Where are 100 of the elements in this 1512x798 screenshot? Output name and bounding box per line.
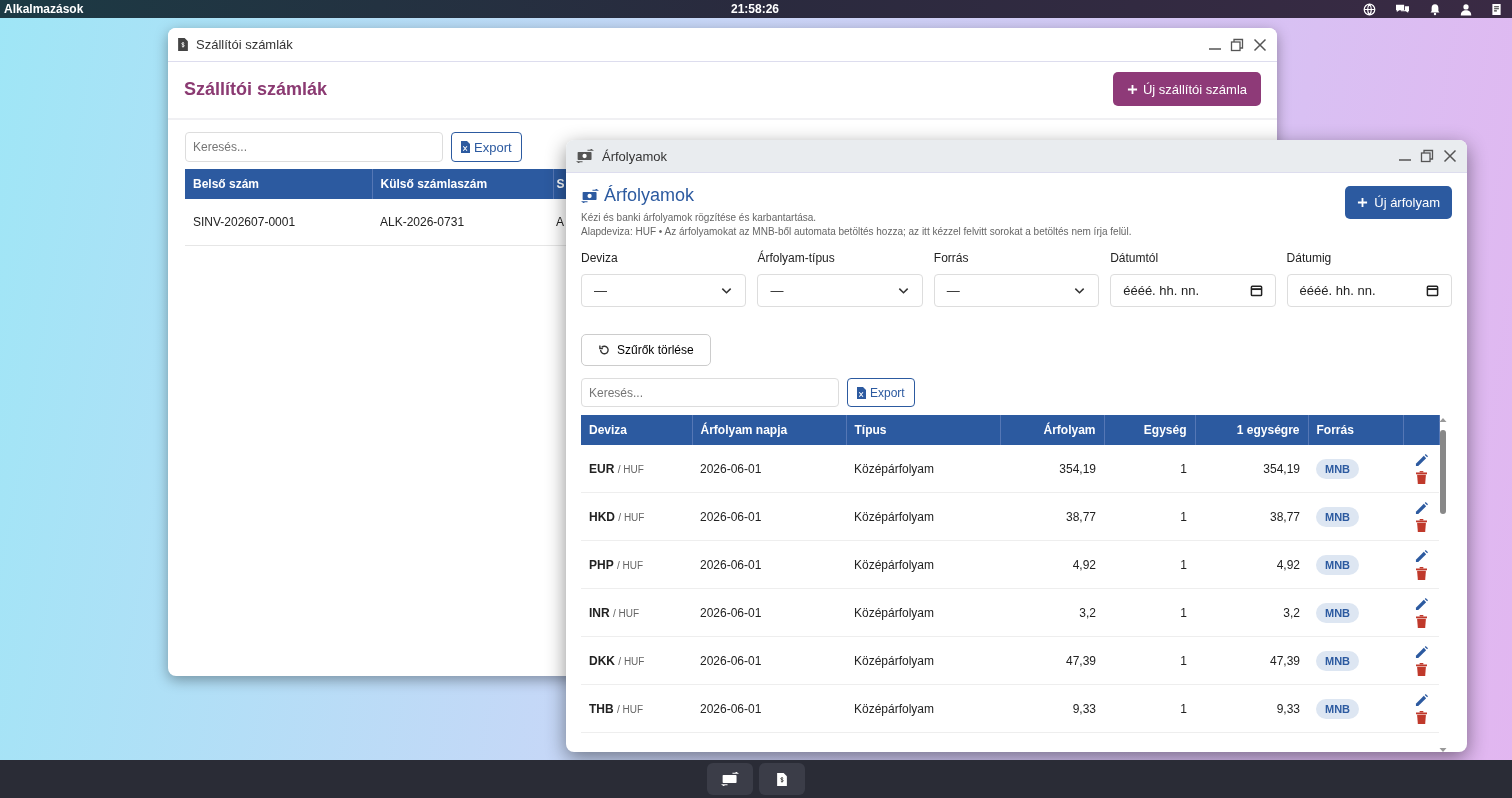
document-icon [178, 38, 188, 51]
table-cell: 1 [1104, 588, 1195, 637]
export-button[interactable]: Export [847, 378, 915, 407]
pencil-icon [1414, 501, 1428, 515]
filter-label: Árfolyam-típus [757, 251, 836, 265]
table-cell: 1 [1104, 445, 1195, 493]
source-badge: MNB [1316, 554, 1360, 575]
table-cell: 9,33 [1195, 684, 1308, 733]
trash-icon [1415, 566, 1427, 580]
table-cell: 3,2 [1000, 588, 1104, 637]
table-cell: 1 [1104, 492, 1195, 541]
table-cell: INR / HUF [581, 588, 692, 637]
pencil-icon [1414, 453, 1428, 467]
plus-icon [1126, 83, 1138, 95]
clear-filters-button[interactable]: Szűrők törlése [581, 334, 711, 366]
table-cell: 38,77 [1195, 492, 1308, 541]
delete-button[interactable] [1415, 662, 1427, 676]
table-cell: 354,19 [1195, 445, 1308, 493]
bell-icon [1429, 2, 1441, 16]
user-button[interactable] [1460, 2, 1472, 16]
globe-button[interactable] [1363, 2, 1376, 16]
document-icon [777, 772, 787, 786]
new-rate-button[interactable]: Új árfolyam [1345, 186, 1452, 219]
table-cell: ALK-2026-0731 [372, 199, 553, 246]
close-button[interactable] [1253, 37, 1267, 52]
table-cell: PHP / HUF [581, 540, 692, 589]
pencil-icon [1414, 549, 1428, 563]
taskbar-app-button[interactable] [707, 763, 753, 795]
edit-button[interactable] [1414, 453, 1428, 467]
select-field[interactable]: — [581, 274, 747, 307]
file-icon [857, 386, 866, 399]
maximize-button[interactable] [1420, 149, 1434, 163]
trash-icon [1415, 614, 1427, 628]
new-invoice-button[interactable]: Új szállítói számla [1112, 72, 1261, 106]
close-button[interactable] [1443, 149, 1457, 163]
calendar-icon [1249, 284, 1263, 297]
column-header[interactable]: Forrás [1308, 415, 1403, 445]
column-header[interactable]: 1 egységre [1195, 415, 1308, 445]
table-cell: Középárfolyam [846, 492, 1000, 541]
table-cell: 2026-06-01 [692, 684, 846, 733]
source-badge: MNB [1316, 698, 1360, 719]
delete-button[interactable] [1415, 470, 1427, 484]
document-icon [1491, 2, 1502, 16]
column-header[interactable]: Deviza [581, 415, 692, 445]
window-title: Szállítói számlák [196, 37, 294, 52]
edit-button[interactable] [1414, 549, 1428, 563]
table-cell: 4,92 [1195, 540, 1308, 589]
file-icon [461, 141, 470, 153]
user-icon [1460, 2, 1472, 16]
minimize-icon [1209, 47, 1221, 50]
export-button[interactable]: Export [451, 132, 522, 162]
column-header[interactable]: Belső szám [185, 169, 372, 199]
window-title: Árfolyamok [602, 148, 669, 164]
note-text: Alapdeviza: HUF • Az árfolyamokat az MNB-ből automata betöltés hozza; az itt kézzel felvitt sorokat a betöltés nem írja felül. [581, 226, 1132, 237]
filter-label: Deviza [581, 251, 619, 265]
page-heading: Szállítói számlák [184, 78, 328, 100]
description-text: Kézi és banki árfolyamok rögzítése és karbantartása. [581, 212, 818, 223]
delete-button[interactable] [1415, 614, 1427, 628]
search-field[interactable]: Keresés... [185, 132, 443, 162]
pencil-icon [1414, 693, 1428, 707]
apps-menu[interactable]: Alkalmazások [4, 2, 731, 16]
column-header[interactable]: Típus [846, 415, 1000, 445]
pencil-icon [1414, 597, 1428, 611]
table-cell: EUR / HUF [581, 445, 692, 493]
delete-button[interactable] [1415, 710, 1427, 724]
column-header[interactable]: Árfolyam napja [692, 415, 846, 445]
table-cell: Középárfolyam [846, 684, 1000, 733]
table-cell: 38,77 [1000, 492, 1104, 541]
edit-button[interactable] [1414, 645, 1428, 659]
calendar-icon [1426, 284, 1439, 297]
table-cell: Középárfolyam [846, 588, 1000, 637]
column-header[interactable]: Külső számlaszám [372, 169, 553, 199]
taskbar-app-button[interactable] [759, 763, 805, 795]
edit-button[interactable] [1414, 501, 1428, 515]
date-field[interactable]: éééé. hh. nn. [1110, 274, 1276, 307]
plus-icon [1357, 197, 1369, 208]
filter-label: Forrás [933, 251, 970, 265]
maximize-button[interactable] [1230, 37, 1244, 52]
clock: 21:58:26 [730, 2, 779, 16]
table-cell: 1 [1104, 684, 1195, 733]
page-heading: Árfolyamok [581, 185, 1132, 206]
minimize-icon [1399, 159, 1411, 161]
delete-button[interactable] [1415, 566, 1427, 580]
source-badge: MNB [1316, 506, 1360, 527]
edit-button[interactable] [1414, 693, 1428, 707]
table-cell: 354,19 [1000, 445, 1104, 493]
search-field[interactable]: Keresés... [581, 378, 839, 407]
column-header[interactable]: Egység [1104, 415, 1195, 445]
document-button[interactable] [1491, 2, 1502, 16]
maximize-icon [1230, 37, 1244, 52]
bell-button[interactable] [1429, 2, 1441, 16]
select-field[interactable]: — [933, 274, 1100, 307]
column-header[interactable]: Árfolyam [1000, 415, 1104, 445]
scrollbar[interactable] [1438, 416, 1448, 752]
delete-button[interactable] [1415, 518, 1427, 532]
select-field[interactable]: — [757, 274, 923, 307]
table-cell: 2026-06-01 [692, 492, 846, 541]
edit-button[interactable] [1414, 597, 1428, 611]
date-field[interactable]: éééé. hh. nn. [1286, 274, 1452, 307]
table-cell: 9,33 [1000, 684, 1104, 733]
